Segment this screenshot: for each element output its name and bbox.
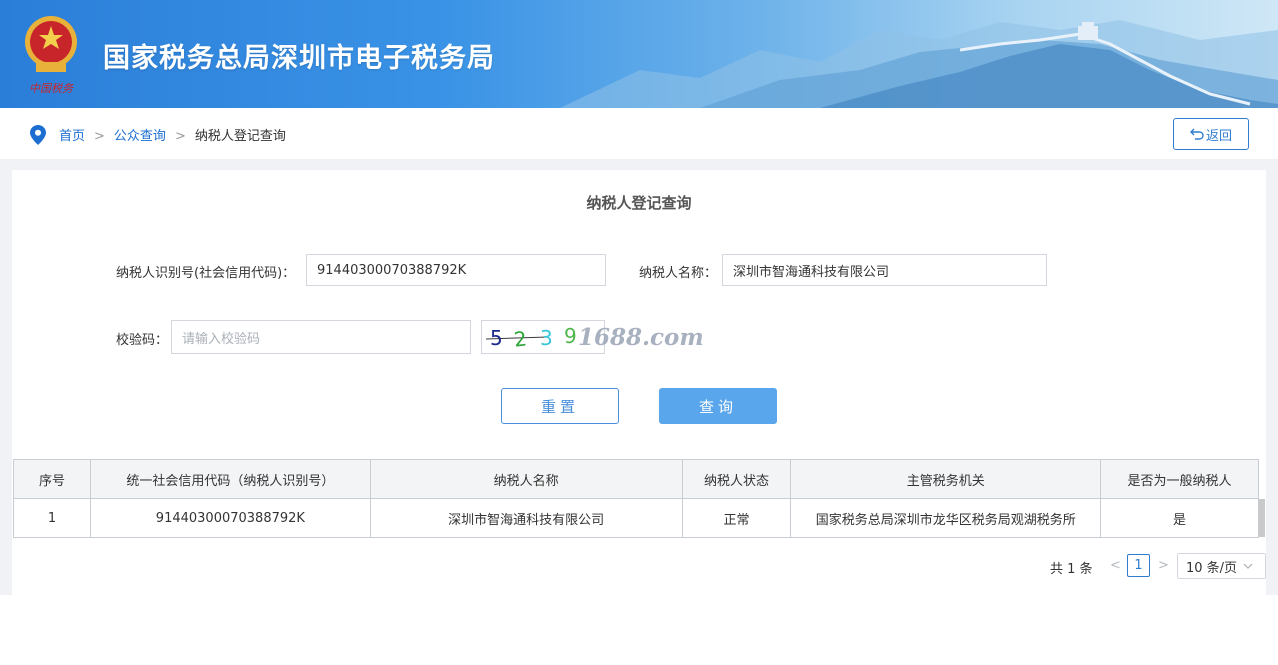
- page-size-value: 10 条/页: [1186, 560, 1238, 576]
- column-header: 统一社会信用代码（纳税人识别号）: [89, 459, 371, 499]
- location-pin-icon: [30, 125, 46, 145]
- breadcrumb-current: 纳税人登记查询: [194, 129, 286, 144]
- taxpayer-name-label: 纳税人名称：: [639, 266, 718, 281]
- table-cell: 是: [1100, 498, 1259, 538]
- taxpayer-name-input[interactable]: 深圳市智海通科技有限公司: [722, 254, 1047, 286]
- chevron-down-icon: [1243, 563, 1253, 569]
- taxpayer-id-input[interactable]: 91440300070388792K: [306, 254, 606, 286]
- taxpayer-id-label: 纳税人识别号(社会信用代码)：: [116, 266, 296, 281]
- table-row: 1 91440300070388792K 深圳市智海通科技有限公司 正常 国家税…: [13, 498, 1259, 538]
- site-title: 国家税务总局深圳市电子税务局: [103, 43, 495, 74]
- captcha-digit: 9: [564, 324, 577, 348]
- breadcrumb-public-query-link[interactable]: 公众查询: [114, 129, 166, 144]
- breadcrumb-bar: 首页 > 公众查询 > 纳税人登记查询 返回: [0, 108, 1278, 160]
- breadcrumb: 首页 > 公众查询 > 纳税人登记查询: [59, 125, 286, 144]
- table-header-row: 序号 统一社会信用代码（纳税人识别号） 纳税人名称 纳税人状态 主管税务机关 是…: [13, 459, 1259, 499]
- captcha-input[interactable]: 请输入校验码: [171, 320, 471, 354]
- breadcrumb-separator: >: [174, 129, 186, 144]
- tax-emblem-icon: 中国税务: [25, 16, 77, 95]
- pagination-total: 共 1 条: [1050, 562, 1093, 577]
- captcha-image[interactable]: 5 2 3 9 1688.com: [481, 320, 704, 354]
- section-gap: [0, 160, 1278, 170]
- query-panel: 纳税人登记查询 纳税人识别号(社会信用代码)： 9144030007038879…: [12, 170, 1266, 595]
- back-button[interactable]: 返回: [1173, 118, 1249, 150]
- table-cell: 1: [13, 498, 91, 538]
- table-cell: 深圳市智海通科技有限公司: [369, 498, 683, 538]
- table-scrollbar[interactable]: [1259, 499, 1265, 537]
- header-banner: 中国税务 国家税务总局深圳市电子税务局: [0, 0, 1278, 108]
- captcha-digit: 3: [540, 326, 553, 350]
- table-cell: 91440300070388792K: [89, 498, 371, 538]
- captcha-digit: 5: [490, 326, 503, 350]
- reset-button[interactable]: 重置: [501, 388, 619, 424]
- captcha-label: 校验码：: [116, 333, 169, 348]
- emblem-caption: 中国税务: [29, 82, 74, 95]
- breadcrumb-separator: >: [94, 129, 105, 144]
- pagination-page-1[interactable]: 1: [1127, 554, 1150, 577]
- results-table: 序号 统一社会信用代码（纳税人识别号） 纳税人名称 纳税人状态 主管税务机关 是…: [13, 459, 1259, 538]
- pagination-next-icon[interactable]: >: [1158, 558, 1169, 573]
- column-header: 序号: [13, 459, 91, 499]
- column-header: 是否为一般纳税人: [1100, 459, 1259, 499]
- page-size-select[interactable]: 10 条/页: [1177, 553, 1266, 579]
- breadcrumb-home-link[interactable]: 首页: [59, 129, 85, 144]
- column-header: 主管税务机关: [790, 459, 1102, 499]
- side-gutter-left: [0, 170, 12, 595]
- query-button[interactable]: 查询: [659, 388, 777, 424]
- table-cell: 正常: [681, 498, 792, 538]
- table-cell: 国家税务总局深圳市龙华区税务局观湖税务所: [790, 498, 1102, 538]
- back-button-label: 返回: [1205, 128, 1232, 144]
- pagination-prev-icon[interactable]: <: [1110, 558, 1121, 573]
- undo-arrow-icon: [1189, 128, 1204, 140]
- side-gutter-right: [1266, 170, 1278, 595]
- column-header: 纳税人名称: [369, 459, 683, 499]
- captcha-digit: 2: [513, 326, 528, 351]
- watermark-text: 1688.com: [578, 324, 704, 351]
- form-title: 纳税人登记查询: [586, 194, 692, 212]
- column-header: 纳税人状态: [681, 459, 792, 499]
- captcha-graphic: 5 2 3 9 1688.com: [485, 324, 704, 352]
